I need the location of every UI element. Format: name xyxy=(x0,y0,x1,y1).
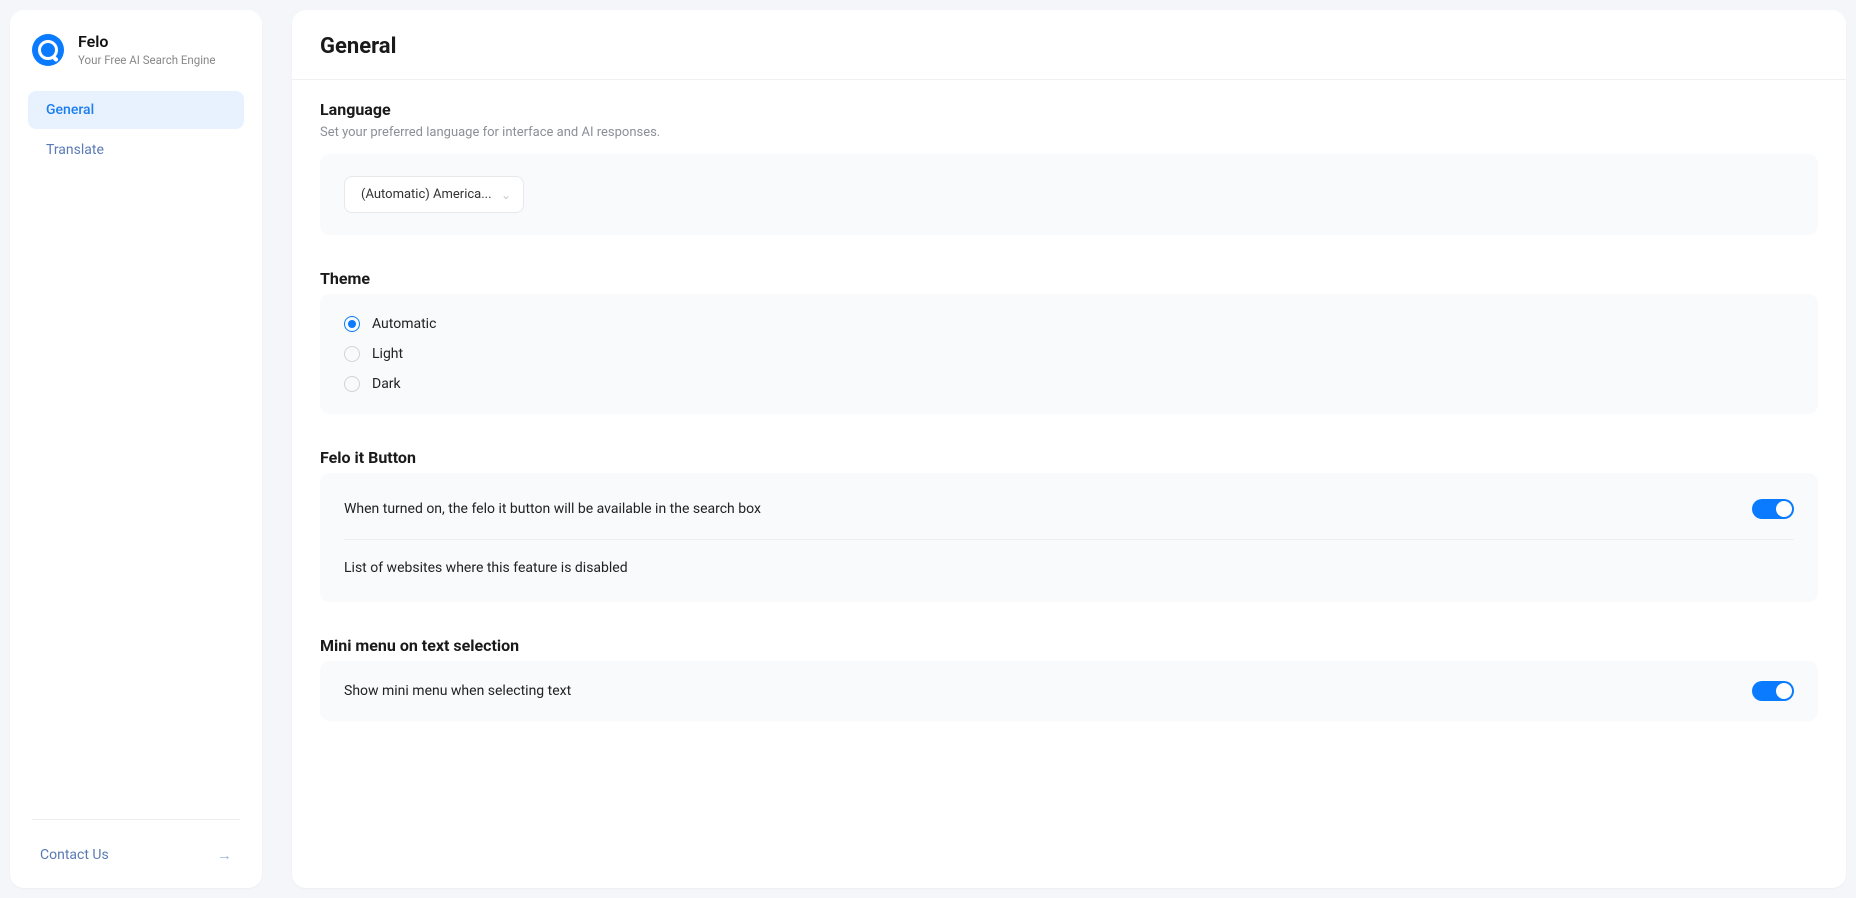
sidebar-divider xyxy=(32,819,240,820)
section-title-felo-button: Felo it Button xyxy=(320,448,1818,467)
felo-button-description: When turned on, the felo it button will … xyxy=(344,501,761,517)
felo-button-disabled-list-label: List of websites where this feature is d… xyxy=(344,560,628,576)
brand-logo-icon xyxy=(32,34,64,66)
section-language: Language Set your preferred language for… xyxy=(320,100,1818,235)
theme-radio-light[interactable]: Light xyxy=(344,346,1794,362)
felo-button-toggle-row: When turned on, the felo it button will … xyxy=(344,479,1794,539)
felo-button-toggle[interactable] xyxy=(1752,499,1794,519)
sidebar-item-general[interactable]: General xyxy=(28,91,244,129)
sidebar-item-translate[interactable]: Translate xyxy=(28,131,244,169)
theme-radio-dark[interactable]: Dark xyxy=(344,376,1794,392)
chevron-down-icon: ⌄ xyxy=(501,188,511,202)
language-panel: (Automatic) America... ⌄ xyxy=(320,154,1818,235)
radio-icon xyxy=(344,316,360,332)
mini-menu-toggle[interactable] xyxy=(1752,681,1794,701)
language-selected-value: (Automatic) America... xyxy=(361,187,492,202)
mini-menu-panel: Show mini menu when selecting text xyxy=(320,661,1818,721)
sidebar-item-label: General xyxy=(46,102,94,118)
brand-subtitle: Your Free AI Search Engine xyxy=(78,53,216,67)
radio-icon xyxy=(344,346,360,362)
theme-option-label: Automatic xyxy=(372,316,436,332)
theme-panel: Automatic Light Dark xyxy=(320,294,1818,414)
theme-radio-group: Automatic Light Dark xyxy=(344,316,1794,392)
arrow-right-icon: → xyxy=(217,846,232,864)
theme-option-label: Dark xyxy=(372,376,401,392)
section-mini-menu: Mini menu on text selection Show mini me… xyxy=(320,636,1818,721)
brand: Felo Your Free AI Search Engine xyxy=(10,32,262,91)
felo-button-panel: When turned on, the felo it button will … xyxy=(320,473,1818,602)
felo-button-disabled-list-row[interactable]: List of websites where this feature is d… xyxy=(344,540,1794,596)
contact-us-link[interactable]: Contact Us → xyxy=(10,836,262,870)
section-theme: Theme Automatic Light Dark xyxy=(320,269,1818,414)
section-felo-button: Felo it Button When turned on, the felo … xyxy=(320,448,1818,602)
section-title-language: Language xyxy=(320,100,1818,119)
contact-us-label: Contact Us xyxy=(40,847,109,863)
section-title-mini-menu: Mini menu on text selection xyxy=(320,636,1818,655)
section-subtitle-language: Set your preferred language for interfac… xyxy=(320,125,1818,140)
language-select[interactable]: (Automatic) America... ⌄ xyxy=(344,176,524,213)
page-title: General xyxy=(320,34,1818,59)
radio-icon xyxy=(344,376,360,392)
sidebar: Felo Your Free AI Search Engine General … xyxy=(10,10,262,888)
sidebar-nav: General Translate xyxy=(10,91,262,819)
brand-title: Felo xyxy=(78,32,216,51)
mini-menu-description: Show mini menu when selecting text xyxy=(344,683,571,699)
main-header: General xyxy=(292,10,1846,80)
theme-radio-automatic[interactable]: Automatic xyxy=(344,316,1794,332)
section-title-theme: Theme xyxy=(320,269,1818,288)
theme-option-label: Light xyxy=(372,346,403,362)
sidebar-item-label: Translate xyxy=(46,142,104,158)
main-panel: General Language Set your preferred lang… xyxy=(292,10,1846,888)
